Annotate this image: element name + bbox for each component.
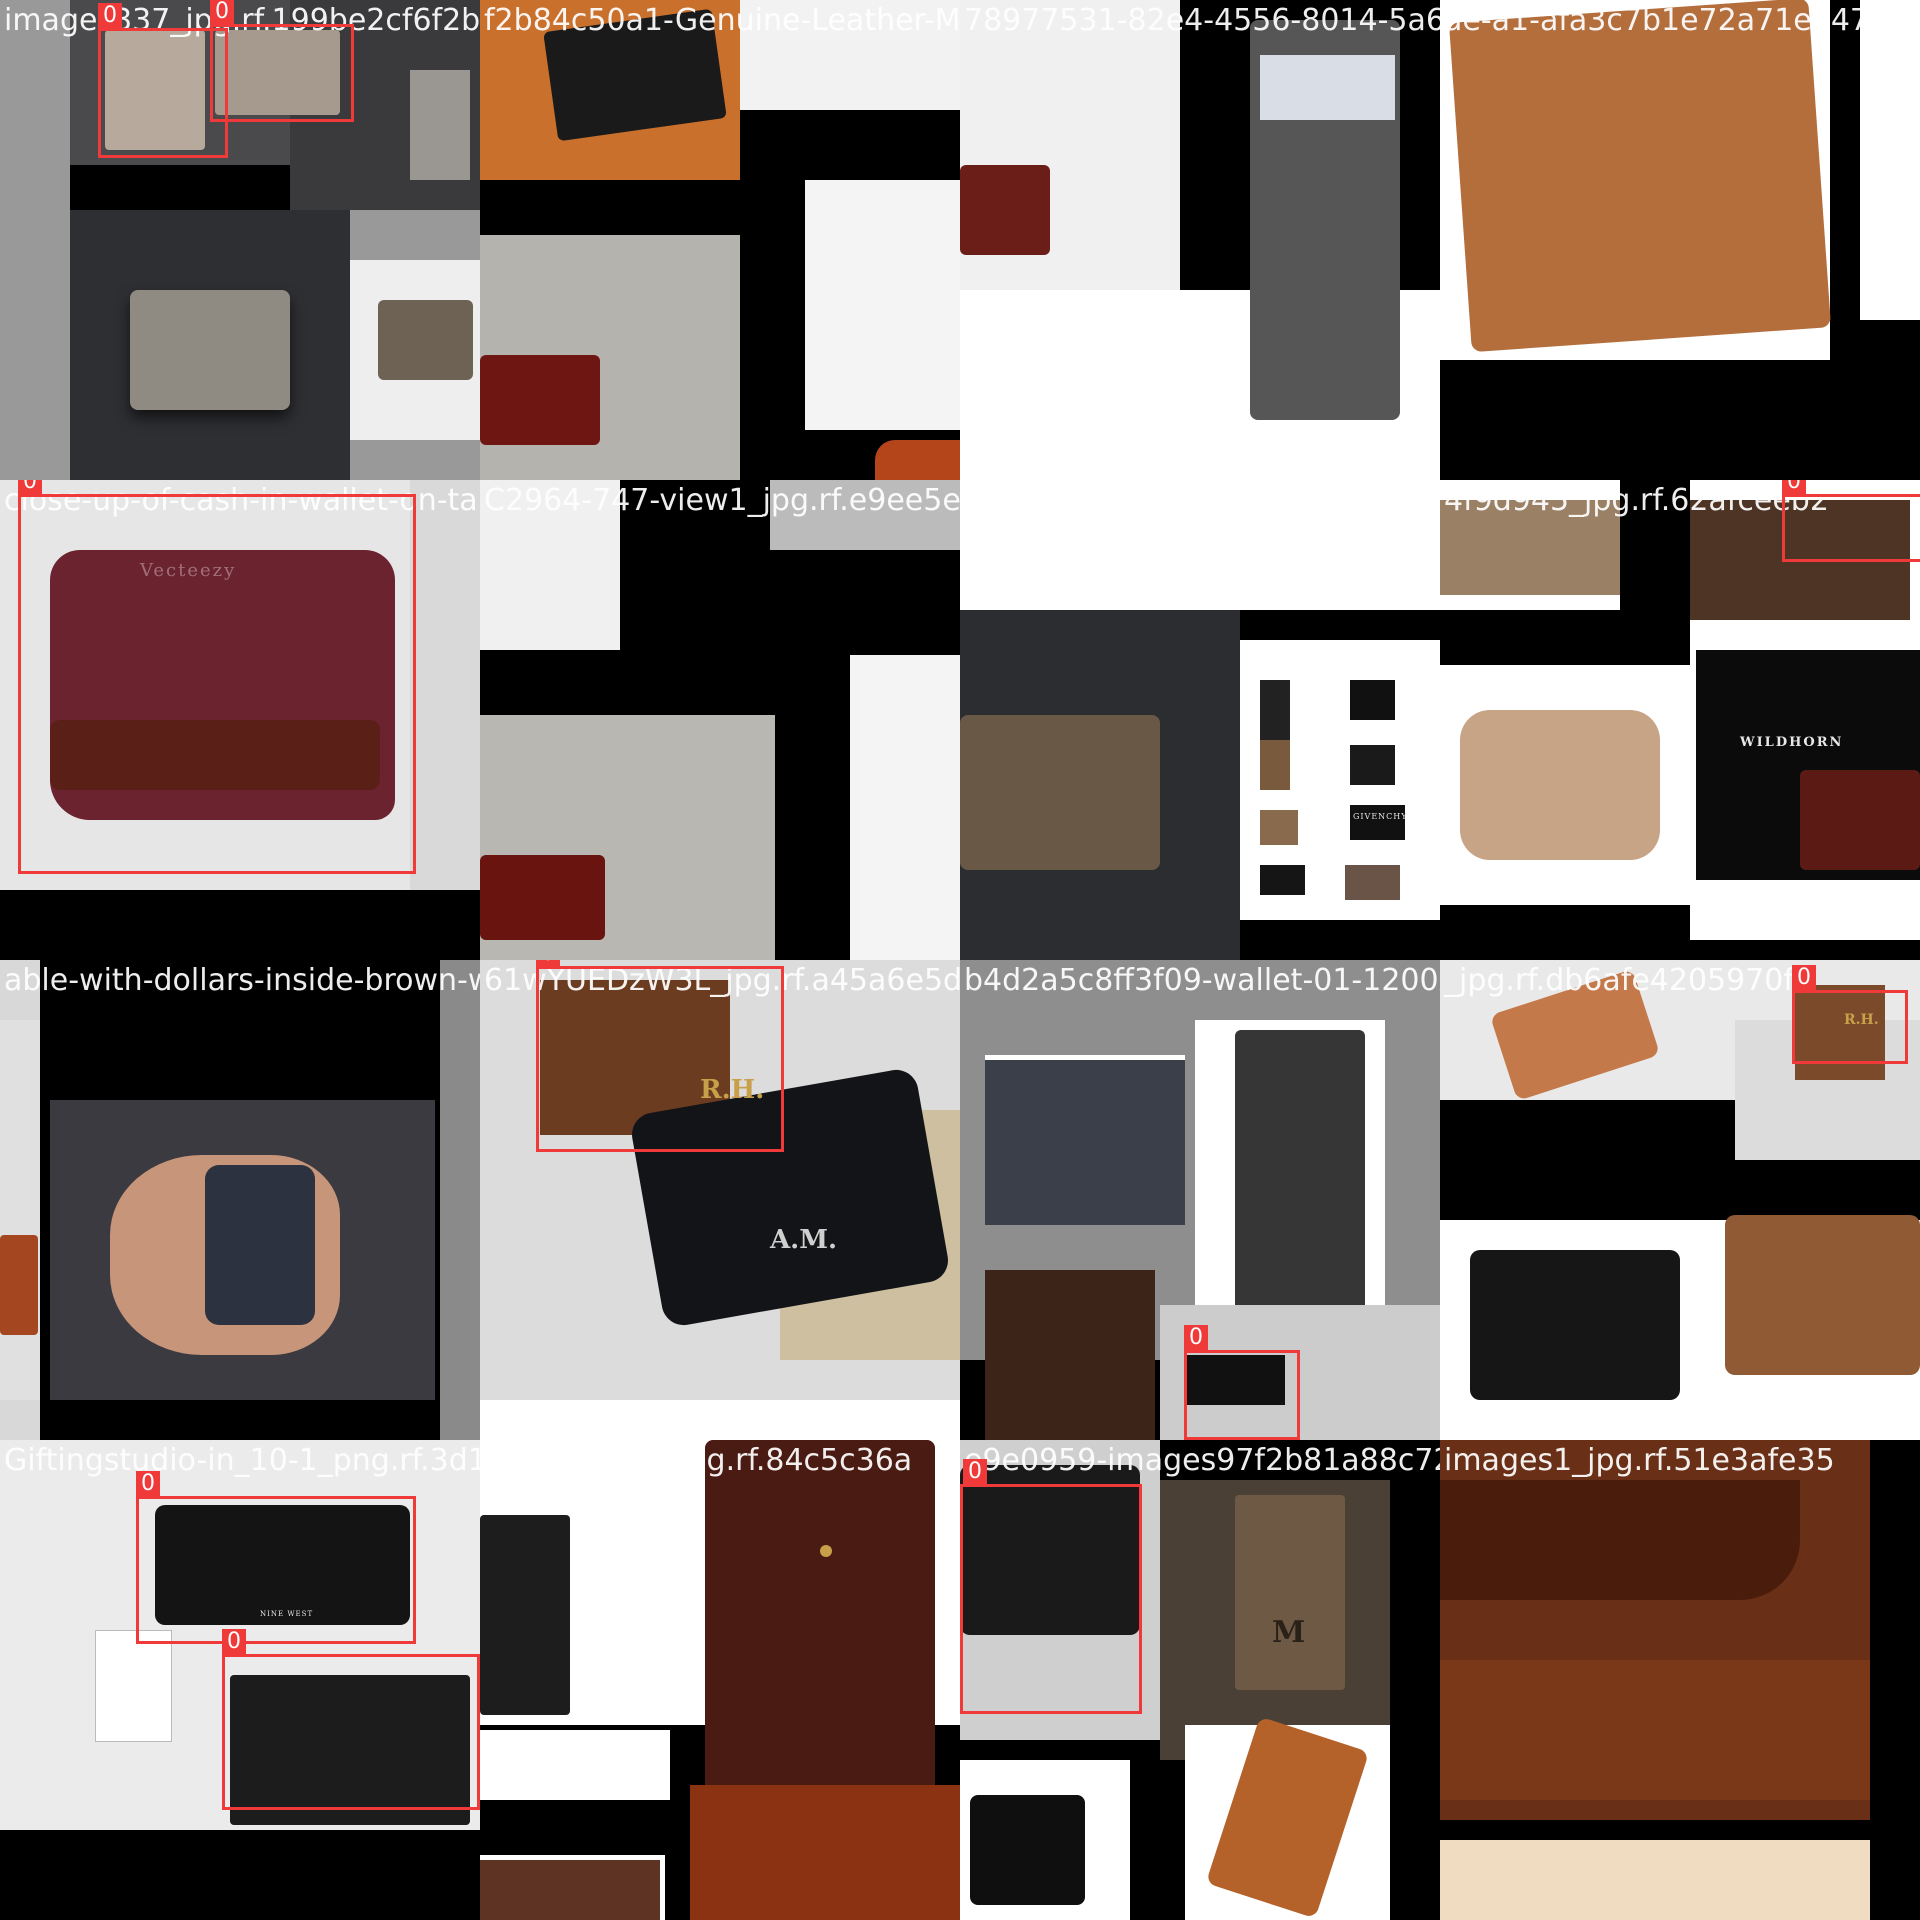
mosaic-tile-5: Vecteezy close-up-of-cash-in-wallet-on-t… — [0, 480, 480, 960]
image-filename: images1_jpg.rf.51e3afe35 — [1444, 1443, 1835, 1478]
class-label: 0 — [210, 0, 234, 25]
mosaic-tile-15: M e9e0959-images97f2b81a88c72a146183 0 — [960, 1440, 1440, 1920]
detection-box: 0 — [18, 480, 416, 874]
wallet-image — [1440, 1480, 1800, 1600]
wallet-image — [410, 70, 470, 180]
mosaic-tile-10: R.H. A.M. 61wYUEDzW3L_jpg.rf.a45a6e5d5e8… — [480, 960, 960, 1440]
wallet-image — [480, 1515, 570, 1715]
image-filename: eco5ea5049a75-leather-large-wallet-with — [964, 483, 1440, 518]
wallet-image — [960, 715, 1160, 870]
detection-box: 0 — [1184, 1325, 1300, 1440]
image-filename: f2b84c50a1-Genuine-Leather-Mens-Wallet — [484, 3, 960, 38]
wallet-image — [480, 1860, 660, 1920]
class-label: 0 — [136, 1471, 160, 1497]
mosaic-tile-9: able-with-dollars-inside-brown-wallet — [0, 960, 480, 1440]
wallet-image — [970, 1795, 1085, 1905]
image-filename: Giftingstudio-in_10-1_png.rf.3d14ce — [4, 1443, 480, 1478]
detection-box: 0 — [1792, 965, 1908, 1064]
monogram-text: A.M. — [770, 1225, 838, 1255]
detection-box: 0 — [222, 1629, 480, 1810]
wallet-image — [480, 855, 605, 940]
class-label: 0 — [1792, 965, 1816, 991]
mosaic-tile-2: f2b84c50a1-Genuine-Leather-Mens-Wallet — [480, 0, 960, 480]
image-filename: _jpg.rf.db6afe4205970fe — [1444, 963, 1813, 998]
image-filename: able-with-dollars-inside-brown-wallet — [4, 963, 480, 998]
mosaic-tile-16: images1_jpg.rf.51e3afe35 — [1440, 1440, 1920, 1920]
mosaic-tile-7: GIVENCHY eco5ea5049a75-leather-large-wal… — [960, 480, 1440, 960]
image-filename: C2964-747-view1_jpg.rf.e9ee5ea5049a75 — [484, 483, 960, 518]
image-filename: 4f9d945_jpg.rf.62afceeb2 — [1444, 483, 1829, 518]
image-filename: b4d2a5c8ff3f09-wallet-01-1200x900 — [964, 963, 1440, 998]
mosaic-tile-1: images337_jpg.rf.199be2cf6f2b84c50a14e 0… — [0, 0, 480, 480]
detection-box: 0 — [136, 1471, 416, 1644]
wallet-image — [1460, 710, 1660, 860]
price-tag — [95, 1630, 172, 1742]
class-label: 0 — [222, 1629, 246, 1655]
image-filename: ae-a1-afa3c7b1e72a71e347c2-b75c — [1444, 3, 1920, 38]
image-filename: 78977531-82e4-4556-8014-5a6b7c0b0927 — [964, 3, 1440, 38]
detection-box: 0 — [98, 3, 228, 158]
wallet-image — [480, 355, 600, 445]
mosaic-tile-6: C2964-747-view1_jpg.rf.e9ee5ea5049a75 — [480, 480, 960, 960]
detection-box: 0 — [536, 960, 784, 1152]
wallet-image — [1725, 1215, 1920, 1375]
brand-text: WILDHORN — [1740, 735, 1844, 750]
mosaic-tile-14: Front-image_jpg.rf.84c5c36a — [480, 1440, 960, 1920]
detection-box: 0 — [210, 0, 354, 122]
class-label: 0 — [536, 960, 560, 967]
mosaic-tile-8: WILDHORN 4f9d945_jpg.rf.62afceeb2 0 — [1440, 480, 1920, 960]
wallet-image — [1470, 1250, 1680, 1400]
wallet-image — [1800, 770, 1920, 870]
wallet-image — [0, 1235, 38, 1335]
wallet-image — [205, 1165, 315, 1325]
brand-text: GIVENCHY — [1353, 812, 1408, 821]
detection-box: 0 — [960, 1459, 1142, 1714]
wallet-image — [1235, 1495, 1345, 1690]
wallet-image — [1235, 1030, 1365, 1330]
detection-box: 0 — [1782, 480, 1920, 562]
mosaic-tile-4: ae-a1-afa3c7b1e72a71e347c2-b75c — [1440, 0, 1920, 480]
class-label: 0 — [1184, 1325, 1208, 1351]
image-filename: Front-image_jpg.rf.84c5c36a — [484, 1443, 913, 1478]
mosaic-tile-3: 78977531-82e4-4556-8014-5a6b7c0b0927 — [960, 0, 1440, 480]
wallet-image — [960, 165, 1050, 255]
image-filename: e9e0959-images97f2b81a88c72a146183 — [964, 1443, 1440, 1478]
mosaic-tile-12: R.H. _jpg.rf.db6afe4205970fe 0 — [1440, 960, 1920, 1440]
wallet-image — [1448, 0, 1832, 353]
wallet-image — [705, 1440, 935, 1800]
class-label: 0 — [18, 480, 42, 495]
detection-mosaic-grid: images337_jpg.rf.199be2cf6f2b84c50a14e 0… — [0, 0, 1920, 1920]
wallet-image — [130, 290, 290, 410]
wallet-image — [378, 300, 473, 380]
wallet-image — [875, 440, 960, 480]
mosaic-tile-11: b4d2a5c8ff3f09-wallet-01-1200x900 0 — [960, 960, 1440, 1440]
class-label: 0 — [1782, 480, 1806, 495]
class-label: 0 — [963, 1459, 987, 1485]
mosaic-tile-13: NINE WEST Giftingstudio-in_10-1_png.rf.3… — [0, 1440, 480, 1920]
hand-image — [985, 1060, 1185, 1225]
monogram-text: M — [1272, 1615, 1306, 1650]
class-label: 0 — [98, 3, 122, 29]
